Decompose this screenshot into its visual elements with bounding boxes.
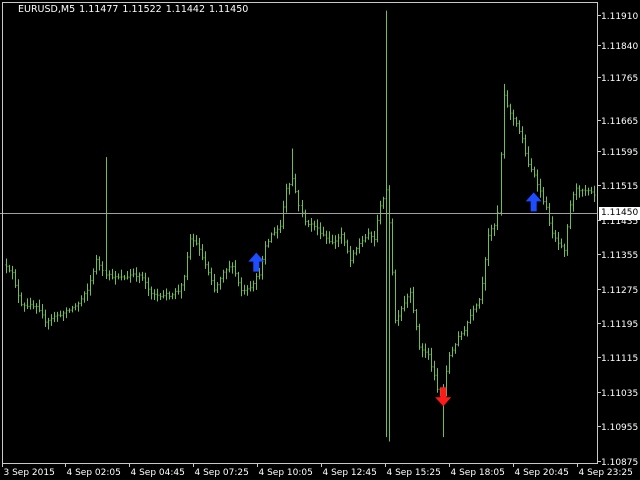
x-tick-label: 4 Sep 20:45 [515,468,569,478]
current-price-label: 1.11450 [599,207,640,220]
chart-background [0,0,640,480]
y-tick-label: 1.11910 [601,12,638,22]
y-tick-label: 1.11840 [601,42,638,52]
x-tick-label: 4 Sep 18:05 [451,468,505,478]
symbol-label: EURUSD,M5 [18,4,76,15]
y-tick-label: 1.11765 [601,74,638,84]
y-tick-label: 1.11665 [601,117,638,127]
x-tick-label: 4 Sep 15:25 [387,468,441,478]
chart-header: EURUSD,M5 1.11477 1.11522 1.11442 1.11450 [18,4,252,15]
x-tick-label: 4 Sep 12:45 [323,468,377,478]
y-tick-label: 1.11195 [601,320,638,330]
y-tick-label: 1.11115 [601,354,638,364]
low-price: 1.11442 [165,4,206,15]
y-tick-label: 1.10955 [601,423,638,433]
x-tick-label: 4 Sep 02:05 [67,468,121,478]
y-tick-label: 1.11275 [601,286,638,296]
y-tick-label: 1.11355 [601,251,638,261]
high-price: 1.11522 [122,4,162,15]
y-tick-label: 1.10875 [601,458,638,468]
y-tick-label: 1.11595 [601,148,638,158]
x-tick-label: 4 Sep 04:45 [131,468,185,478]
x-tick-label: 3 Sep 2015 [4,468,55,478]
x-tick-label: 4 Sep 10:05 [259,468,313,478]
y-tick-label: 1.11035 [601,389,638,399]
x-tick-label: 4 Sep 07:25 [195,468,249,478]
close-price: 1.11450 [209,4,249,15]
y-tick-label: 1.11515 [601,182,638,192]
price-chart[interactable]: 1.11910 1.11840 1.11765 1.11665 1.11595 1.115… [0,0,640,480]
x-tick-label: 4 Sep 23:25 [579,468,633,478]
open-price: 1.11477 [79,4,119,15]
